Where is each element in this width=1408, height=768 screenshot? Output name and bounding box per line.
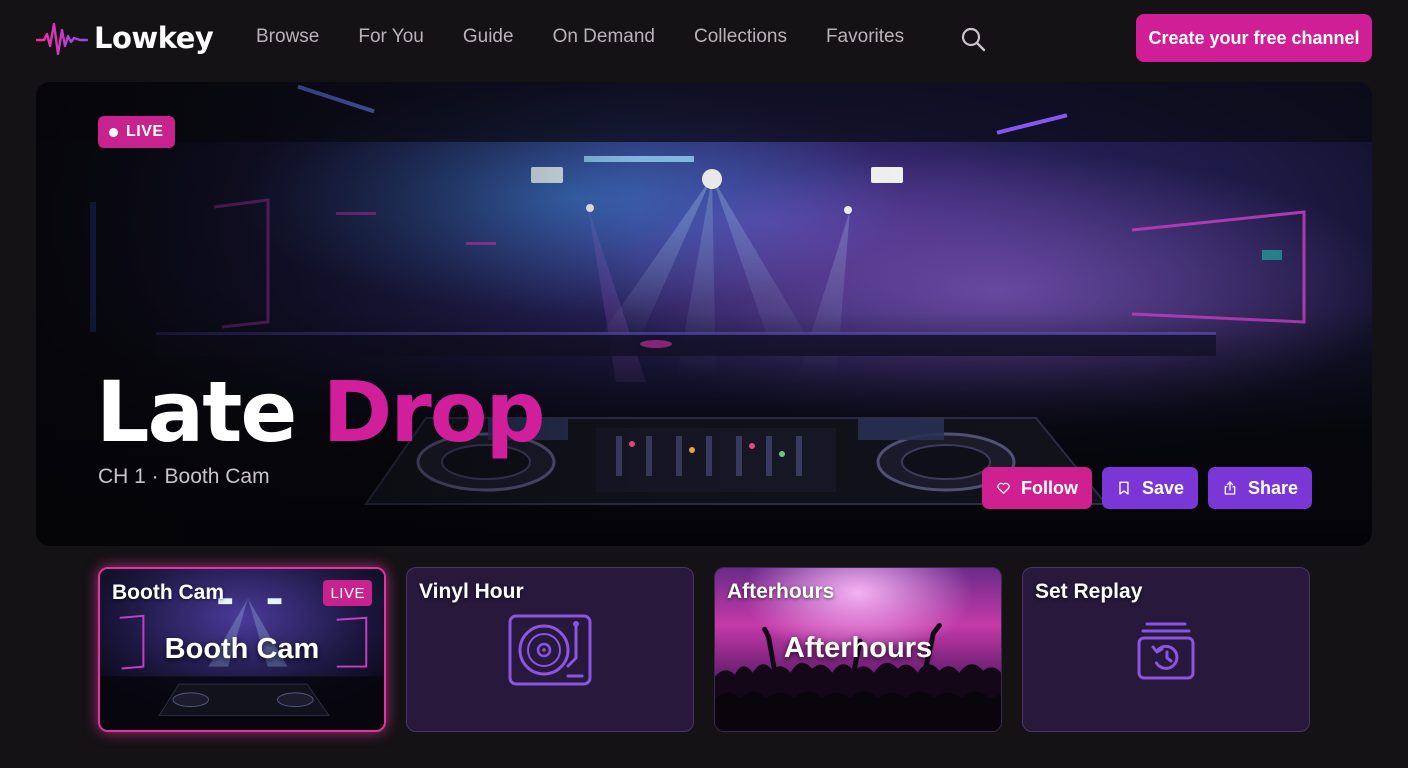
channel-card-booth-cam[interactable]: Booth Cam LIVE Booth Cam xyxy=(98,567,386,732)
live-badge: LIVE xyxy=(98,116,175,148)
card-title: Set Replay xyxy=(1035,580,1143,603)
top-nav: Lowkey Browse For You Guide On Demand Co… xyxy=(0,0,1408,78)
card-title: Afterhours xyxy=(727,580,835,603)
hero-title-part2: Drop xyxy=(322,363,546,461)
channel-card-afterhours[interactable]: Afterhours Afterhours xyxy=(714,567,1002,732)
save-button[interactable]: Save xyxy=(1102,467,1198,509)
nav-for-you[interactable]: For You xyxy=(358,26,424,48)
card-title: Booth Cam xyxy=(112,581,224,604)
hero-actions: Follow Save Share xyxy=(982,467,1312,509)
turntable-icon xyxy=(508,614,592,686)
nav-guide[interactable]: Guide xyxy=(463,26,514,48)
hero-title: Late Drop xyxy=(96,363,546,461)
replay-history-icon xyxy=(1137,622,1195,680)
card-overlay-title: Afterhours xyxy=(783,632,933,664)
nav-collections[interactable]: Collections xyxy=(694,26,787,48)
follow-label: Follow xyxy=(1021,477,1078,498)
live-label: LIVE xyxy=(126,123,164,140)
hero-banner[interactable]: LIVE Late Drop CH 1 · Booth Cam Follow S… xyxy=(36,82,1372,546)
card-title: Vinyl Hour xyxy=(419,580,524,603)
share-icon xyxy=(1224,481,1236,495)
share-label: Share xyxy=(1247,477,1298,498)
heart-icon xyxy=(997,482,1010,494)
nav-links: Browse For You Guide On Demand Collectio… xyxy=(256,26,943,48)
nav-on-demand[interactable]: On Demand xyxy=(553,26,655,48)
channel-card-vinyl-hour[interactable]: Vinyl Hour xyxy=(406,567,694,732)
app-name: Lowkey xyxy=(94,21,214,55)
channel-cards: Booth Cam LIVE Booth Cam Vinyl Hour Afte… xyxy=(98,567,1310,732)
card-live-badge: LIVE xyxy=(323,580,372,606)
live-dot-icon xyxy=(109,127,118,137)
nav-browse[interactable]: Browse xyxy=(256,26,319,48)
card-overlay-title: Booth Cam xyxy=(164,633,320,665)
channel-card-set-replay[interactable]: Set Replay xyxy=(1022,567,1310,732)
nav-favorites[interactable]: Favorites xyxy=(826,26,904,48)
follow-button[interactable]: Follow xyxy=(982,467,1092,509)
search-icon[interactable] xyxy=(960,26,986,52)
logo[interactable]: Lowkey xyxy=(36,18,214,58)
save-label: Save xyxy=(1141,477,1184,498)
hero-title-part1: Late xyxy=(96,363,297,461)
share-button[interactable]: Share xyxy=(1208,467,1312,509)
hero-subtitle: CH 1 · Booth Cam xyxy=(98,465,270,488)
bookmark-icon xyxy=(1119,481,1129,495)
create-channel-button[interactable]: Create your free channel xyxy=(1136,14,1372,62)
waveform-logo-icon xyxy=(36,22,88,56)
